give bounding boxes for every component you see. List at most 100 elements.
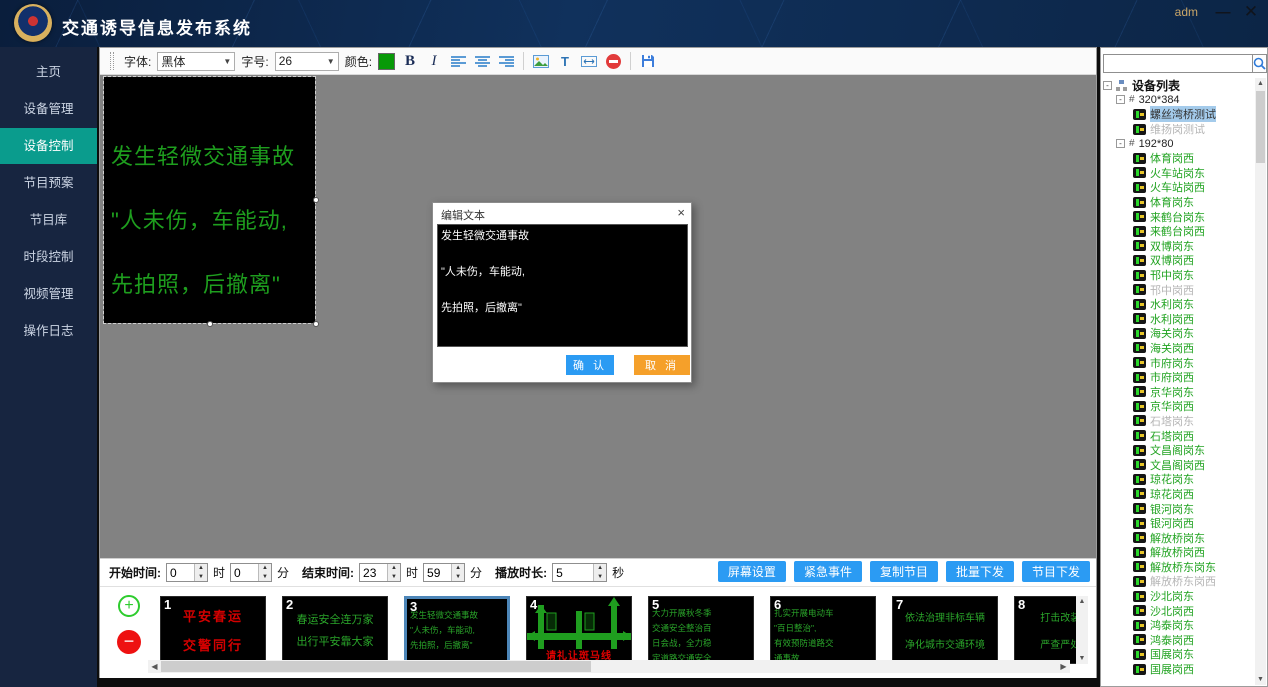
font-select[interactable]: 黑体 ▼: [157, 52, 235, 71]
device-item[interactable]: 解放桥岗西: [1103, 545, 1255, 560]
save-button[interactable]: [639, 51, 657, 71]
device-item[interactable]: 文昌阁岗东: [1103, 443, 1255, 458]
device-group-1[interactable]: -#192*80: [1103, 136, 1255, 151]
search-button[interactable]: [1253, 54, 1267, 73]
device-tree-scrollbar[interactable]: ▲ ▼: [1255, 78, 1266, 685]
edit-text-area[interactable]: 发生轻微交通事故 "人未伤，车能动, 先拍照，后撤离": [437, 224, 688, 347]
sidebar-item-6[interactable]: 视频管理: [0, 276, 97, 312]
device-item[interactable]: 体育岗东: [1103, 195, 1255, 210]
playlist-item-6[interactable]: 6扎实开展电动车"百日整治",有效预防道路交通事故..: [770, 596, 876, 664]
remove-program-button[interactable]: −: [117, 630, 141, 654]
device-item[interactable]: 水利岗东: [1103, 297, 1255, 312]
scroll-left-icon[interactable]: ◀: [148, 662, 161, 671]
playlist-item-3[interactable]: 3发生轻微交通事故"人未伤，车能动,先拍照，后撤离": [404, 596, 510, 664]
scroll-up-icon[interactable]: ▲: [1076, 596, 1088, 607]
minimize-icon[interactable]: —: [1212, 2, 1234, 22]
device-item[interactable]: 鸿泰岗西: [1103, 633, 1255, 648]
device-item[interactable]: 海关岗东: [1103, 326, 1255, 341]
stepper-down-icon[interactable]: ▼: [195, 573, 207, 582]
device-item[interactable]: 石塔岗西: [1103, 428, 1255, 443]
playlist-vertical-scrollbar[interactable]: ▲ ▼: [1076, 596, 1088, 664]
device-item[interactable]: 双博岗东: [1103, 239, 1255, 254]
scrollbar-thumb[interactable]: [161, 661, 591, 672]
resize-handle-corner[interactable]: [313, 321, 319, 327]
end-min-input[interactable]: [424, 564, 451, 581]
italic-button[interactable]: I: [425, 51, 443, 71]
collapse-icon[interactable]: -: [1116, 139, 1125, 148]
playlist-item-1[interactable]: 1平安春运交警同行: [160, 596, 266, 664]
resize-handle-right[interactable]: [313, 197, 319, 203]
scroll-down-icon[interactable]: ▼: [1255, 674, 1266, 685]
playlist-item-7[interactable]: 7依法治理非标车辆净化城市交通环境: [892, 596, 998, 664]
device-item[interactable]: 水利岗西: [1103, 312, 1255, 327]
device-item[interactable]: 螺丝湾桥测试: [1103, 107, 1255, 122]
stepper-up-icon[interactable]: ▲: [388, 564, 400, 573]
insert-image-button[interactable]: [532, 51, 550, 71]
delete-element-button[interactable]: [604, 51, 622, 71]
duration-input[interactable]: [553, 564, 593, 581]
device-item[interactable]: 沙北岗西: [1103, 603, 1255, 618]
current-user[interactable]: adm: [1175, 5, 1198, 19]
action-button-1[interactable]: 紧急事件: [794, 561, 862, 582]
scroll-down-icon[interactable]: ▼: [1076, 653, 1088, 664]
stepper-down-icon[interactable]: ▼: [452, 573, 464, 582]
align-left-button[interactable]: [449, 51, 467, 71]
device-group-0[interactable]: -#320*384: [1103, 93, 1255, 108]
device-item[interactable]: 琼花岗西: [1103, 487, 1255, 502]
device-item[interactable]: 双博岗西: [1103, 253, 1255, 268]
device-item[interactable]: 银河岗东: [1103, 501, 1255, 516]
device-item[interactable]: 银河岗西: [1103, 516, 1255, 531]
device-item[interactable]: 京华岗西: [1103, 399, 1255, 414]
sidebar-item-1[interactable]: 设备管理: [0, 91, 97, 127]
playlist-item-5[interactable]: 5大力开展秋冬季交通安全整治百日会战，全力稳定道路交通安全形势！: [648, 596, 754, 664]
bold-button[interactable]: B: [401, 51, 419, 71]
led-preview-panel[interactable]: 发生轻微交通事故 "人未伤，车能动, 先拍照，后撤离": [104, 77, 315, 323]
sidebar-item-2[interactable]: 设备控制: [0, 128, 97, 164]
device-tree-root[interactable]: - 设备列表: [1103, 78, 1255, 93]
resize-handle-bottom[interactable]: [207, 321, 213, 327]
device-item[interactable]: 火车站岗东: [1103, 166, 1255, 181]
color-swatch[interactable]: [378, 53, 395, 70]
stepper-up-icon[interactable]: ▲: [452, 564, 464, 573]
action-button-3[interactable]: 批量下发: [946, 561, 1014, 582]
device-item[interactable]: 市府岗西: [1103, 370, 1255, 385]
stepper-up-icon[interactable]: ▲: [195, 564, 207, 573]
scroll-right-icon[interactable]: ▶: [1057, 662, 1070, 671]
device-item[interactable]: 解放桥东岗东: [1103, 560, 1255, 575]
device-item[interactable]: 琼花岗东: [1103, 472, 1255, 487]
device-item[interactable]: 来鹤台岗西: [1103, 224, 1255, 239]
device-item[interactable]: 火车站岗西: [1103, 180, 1255, 195]
device-item[interactable]: 海关岗西: [1103, 341, 1255, 356]
action-button-2[interactable]: 复制节目: [870, 561, 938, 582]
device-item[interactable]: 解放桥岗东: [1103, 530, 1255, 545]
screen-fit-button[interactable]: [580, 51, 598, 71]
device-item[interactable]: 邗中岗西: [1103, 282, 1255, 297]
playlist-item-4[interactable]: 4请礼让斑马线: [526, 596, 632, 664]
device-item[interactable]: 沙北岗东: [1103, 589, 1255, 604]
start-min-input[interactable]: [231, 564, 258, 581]
device-item[interactable]: 文昌阁岗西: [1103, 457, 1255, 472]
collapse-icon[interactable]: -: [1116, 95, 1125, 104]
device-search-input[interactable]: [1103, 54, 1253, 73]
device-item[interactable]: 来鹤台岗东: [1103, 209, 1255, 224]
scrollbar-thumb[interactable]: [1256, 91, 1265, 163]
add-program-button[interactable]: +: [118, 595, 140, 617]
cancel-button[interactable]: 取 消: [634, 355, 690, 375]
device-item[interactable]: 石塔岗东: [1103, 414, 1255, 429]
stepper-up-icon[interactable]: ▲: [594, 564, 606, 573]
action-button-0[interactable]: 屏幕设置: [718, 561, 786, 582]
stepper-down-icon[interactable]: ▼: [594, 573, 606, 582]
action-button-4[interactable]: 节目下发: [1022, 561, 1090, 582]
align-center-button[interactable]: [473, 51, 491, 71]
start-hour-input[interactable]: [167, 564, 194, 581]
device-item[interactable]: 鸿泰岗东: [1103, 618, 1255, 633]
playlist-item-2[interactable]: 2春运安全连万家出行平安靠大家: [282, 596, 388, 664]
stepper-down-icon[interactable]: ▼: [259, 573, 271, 582]
collapse-icon[interactable]: -: [1103, 81, 1112, 90]
sidebar-item-3[interactable]: 节目预案: [0, 165, 97, 201]
device-item[interactable]: 市府岗东: [1103, 355, 1255, 370]
font-size-select[interactable]: 26 ▼: [275, 52, 339, 71]
sidebar-item-0[interactable]: 主页: [0, 54, 97, 90]
device-item[interactable]: 京华岗东: [1103, 384, 1255, 399]
dialog-close-icon[interactable]: ×: [677, 205, 685, 220]
